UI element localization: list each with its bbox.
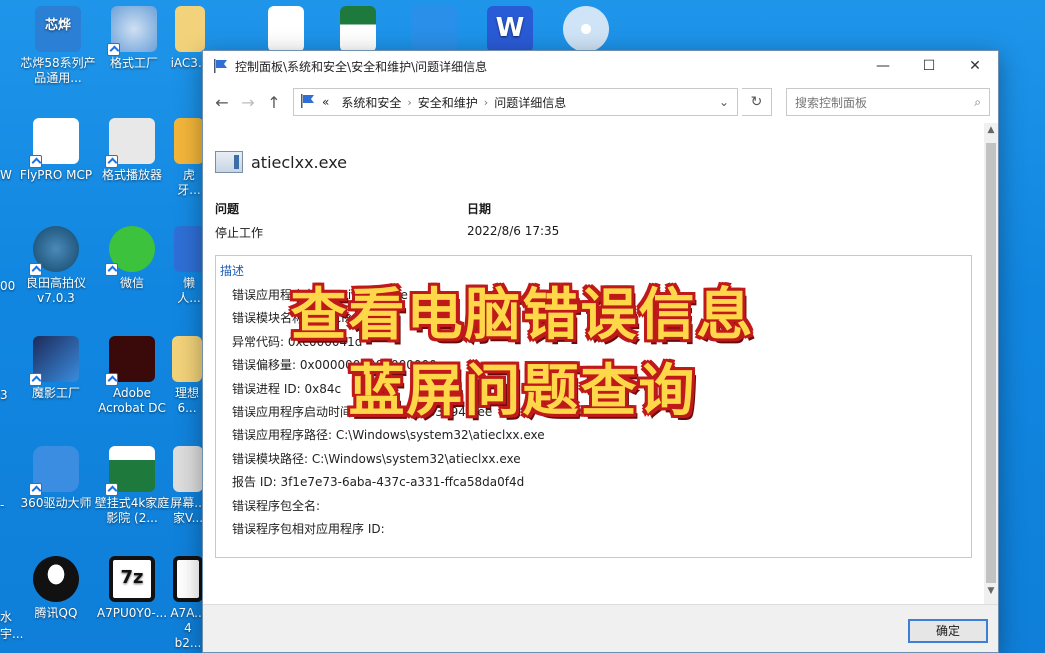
desktop-icon-xinye[interactable]: 芯烨 芯烨58系列产品通用... [20, 6, 96, 86]
partial-label: W [0, 168, 12, 182]
desktop-icon-format-factory[interactable]: 格式工厂 [96, 6, 172, 71]
disc-icon [563, 6, 609, 52]
minimize-button[interactable]: — [860, 51, 906, 81]
flag-icon [300, 93, 316, 111]
breadcrumb-chevron-icon[interactable]: « [316, 95, 335, 109]
desktop-icon-format-player[interactable]: 格式播放器 [94, 118, 170, 183]
navigation-bar: ← → ↑ « 系统和安全 › 安全和维护 › 问题详细信息 ⌄ ↻ 搜索控制面… [203, 81, 998, 123]
application-icon [215, 151, 243, 173]
title-bar[interactable]: 控制面板\系统和安全\安全和维护\问题详细信息 — ☐ ✕ [203, 51, 998, 81]
screen-icon [173, 446, 203, 492]
window-title: 控制面板\系统和安全\安全和维护\问题详细信息 [235, 59, 488, 74]
desktop-icon-qq[interactable]: 腾讯QQ [18, 556, 94, 621]
desktop-icon-7z-1[interactable]: 7z A7PU0Y0-... [94, 556, 170, 621]
overlay-caption-line2: 蓝屏问题查询 [348, 359, 697, 424]
lazy-icon [174, 226, 204, 272]
problem-header: 问题 [215, 202, 240, 216]
desktop-icon-label: A7PU0Y0-... [96, 606, 168, 620]
desktop-icon-label: 屏幕...家V... [170, 496, 206, 525]
description-row: 错误程序包全名: [232, 498, 321, 513]
desktop-icon-disc[interactable] [548, 6, 624, 56]
breadcrumb-security-maintenance[interactable]: 安全和维护 [412, 94, 484, 111]
desktop-icon-label: 虎牙... [177, 168, 201, 197]
partial-label: - [0, 498, 5, 512]
breadcrumb-system-security[interactable]: 系统和安全 [335, 94, 407, 111]
desktop-icon-excel-theater[interactable]: 壁挂式4k家庭影院 (2... [94, 446, 170, 526]
search-input[interactable]: 搜索控制面板 ⌕ [786, 88, 990, 116]
desktop-icon-label: 壁挂式4k家庭影院 (2... [94, 496, 170, 525]
back-arrow-icon[interactable]: ← [211, 90, 233, 114]
overlay-caption-line1: 查看电脑错误信息 [290, 283, 755, 348]
chevron-down-icon[interactable]: ⌄ [711, 95, 737, 109]
description-row: 错误程序包相对应用程序 ID: [232, 521, 385, 536]
excel-icon [105, 446, 155, 496]
liangtian-icon [29, 226, 79, 276]
refresh-icon[interactable]: ↻ [742, 88, 772, 116]
desktop-icon-label: FlyPRO MCP [19, 168, 93, 182]
flypro-icon [29, 118, 79, 168]
wps-word-icon: W [487, 6, 533, 52]
date-header: 日期 [467, 202, 492, 216]
desktop-icon-label: 芯烨58系列产品通用... [20, 56, 96, 85]
description-row: 错误模块路径: C:\Windows\system32\atieclxx.exe [232, 451, 521, 466]
folder-icon [175, 6, 205, 52]
desktop-icon-screen[interactable]: 屏幕...家V... [170, 446, 206, 526]
desktop-icon-label: 格式工厂 [109, 56, 158, 70]
flag-icon [213, 59, 229, 73]
address-bar[interactable]: « 系统和安全 › 安全和维护 › 问题详细信息 ⌄ [293, 88, 738, 116]
breadcrumb-problem-details[interactable]: 问题详细信息 [488, 94, 572, 111]
forward-arrow-icon[interactable]: → [237, 90, 259, 114]
dialog-footer: 确定 [203, 604, 998, 652]
description-row: 报告 ID: 3f1e7e73-6aba-437c-a331-ffca58da0… [232, 475, 525, 490]
desktop-icon-label: 格式播放器 [101, 168, 162, 182]
desktop-icon-label: 腾讯QQ [34, 606, 78, 620]
format-factory-icon [107, 6, 157, 56]
desktop-icon-360[interactable]: 360驱动大师 [18, 446, 94, 511]
xinye-logo-icon: 芯烨 [35, 6, 81, 52]
ok-button[interactable]: 确定 [908, 619, 988, 643]
maximize-button[interactable]: ☐ [906, 51, 952, 81]
search-icon[interactable]: ⌕ [974, 95, 981, 110]
partial-label: 水 宇... [0, 610, 24, 641]
bird-app-icon [411, 6, 457, 52]
desktop-icon-wps[interactable]: W [472, 6, 548, 56]
format-player-icon [105, 118, 155, 168]
excel-doc-icon [340, 6, 376, 52]
desktop-icon-bird[interactable] [396, 6, 472, 56]
close-button[interactable]: ✕ [952, 51, 998, 81]
date-value: 2022/8/6 17:35 [467, 224, 560, 238]
desktop-icon-word-doc[interactable] [248, 6, 324, 56]
desktop-icon-huya[interactable]: 虎牙... [172, 118, 206, 198]
app-header: atieclxx.exe [215, 151, 347, 173]
desktop-icon-flypro[interactable]: FlyPRO MCP [18, 118, 94, 183]
up-arrow-icon[interactable]: ↑ [263, 90, 285, 114]
qq-icon [33, 556, 79, 602]
7zip-icon [173, 556, 203, 602]
scroll-down-icon[interactable]: ▼ [984, 586, 998, 602]
scroll-up-icon[interactable]: ▲ [984, 125, 998, 141]
360-driver-icon [29, 446, 79, 496]
problem-value: 停止工作 [215, 226, 264, 240]
search-placeholder: 搜索控制面板 [795, 95, 868, 110]
word-doc-icon [268, 6, 304, 52]
app-name: atieclxx.exe [251, 152, 348, 172]
desktop-icon-7z-2[interactable]: A7A... 4 b2... [170, 556, 206, 651]
desktop-icon-label: A7A... 4 b2... [170, 606, 206, 650]
wechat-icon [105, 226, 155, 276]
huya-icon [174, 118, 204, 164]
7zip-icon: 7z [109, 556, 155, 602]
desktop-icon-label: 360驱动大师 [20, 496, 92, 510]
description-row: 错误应用程序路径: C:\Windows\system32\atieclxx.e… [232, 428, 545, 443]
desktop-icon-excel-doc[interactable] [320, 6, 396, 56]
